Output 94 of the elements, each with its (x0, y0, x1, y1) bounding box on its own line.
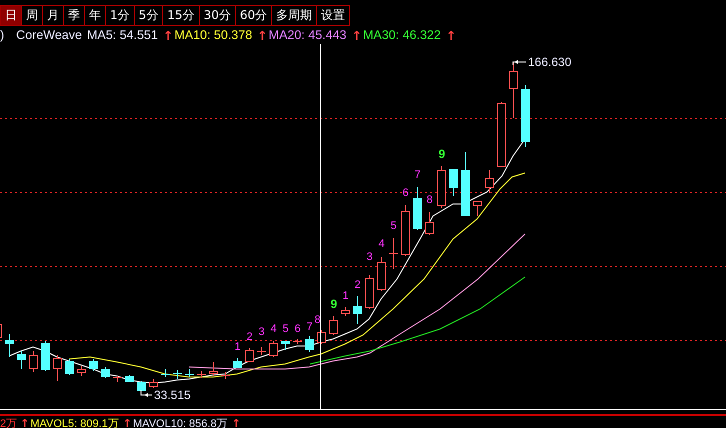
candlestick (425, 212, 434, 236)
candlestick (209, 362, 218, 376)
count-label: 7 (414, 169, 421, 181)
candlestick (365, 274, 374, 310)
candlestick (196, 370, 206, 378)
moving-average-value: MA20: 45.443 (268, 28, 346, 42)
moving-average-value: MA30: 46.322 (362, 28, 441, 42)
candlestick (233, 358, 242, 368)
volume-average-value: MAVOL10: 856.8万 (133, 416, 228, 428)
candlestick (329, 316, 338, 336)
count-label: 3 (366, 251, 373, 263)
candlestick (125, 374, 134, 382)
trend-arrow: ↑ (232, 416, 241, 428)
candlestick (53, 354, 62, 382)
candlestick (317, 330, 326, 344)
candlestick (305, 336, 314, 352)
period-tab[interactable]: 30分 (200, 5, 236, 26)
price-label: 166.630 (528, 55, 572, 69)
candlestick (5, 334, 14, 358)
trend-arrow: ↑ (162, 28, 174, 42)
candlestick (509, 62, 518, 118)
candlestick (0, 324, 2, 338)
candlestick (220, 372, 230, 380)
trend-arrow: ↑ (352, 28, 362, 42)
candlestick (256, 346, 266, 356)
price-label: 33.515 (154, 388, 191, 402)
candlestick (245, 348, 254, 362)
volume-average-value: MAVOL5: 809.1万 (30, 416, 119, 428)
candlestick (377, 256, 386, 292)
candlestick (473, 200, 482, 216)
count-label: 5 (282, 323, 289, 335)
candlestick (29, 350, 38, 372)
count-label: 5 (390, 220, 397, 232)
candlestick (137, 380, 146, 392)
trend-arrow: ↑ (446, 28, 456, 42)
count-label: 1 (342, 290, 349, 302)
candlestick (65, 358, 74, 376)
candlestick (485, 170, 494, 194)
period-tab[interactable]: 日 (0, 5, 22, 26)
candlestick (160, 368, 170, 378)
candlestick (89, 358, 98, 372)
candlestick (172, 370, 182, 380)
stock-name: CoreWeave (16, 28, 82, 42)
candlestick (521, 84, 530, 148)
candlestick (112, 376, 122, 382)
candlestick (292, 338, 302, 344)
count-label: 7 (306, 321, 313, 333)
moving-average-value: MA5: 54.551 (86, 28, 158, 42)
count-label: 6 (294, 323, 301, 335)
candlestick (497, 102, 506, 168)
period-tab[interactable]: 设置 (317, 5, 350, 26)
trend-arrow: ↑ (257, 28, 268, 42)
candlestick (17, 350, 26, 370)
period-tab[interactable]: 月 (43, 5, 64, 26)
candlestick (353, 296, 362, 324)
moving-average-value: MA10: 50.378 (174, 28, 252, 42)
period-tab[interactable]: 年 (85, 5, 106, 26)
candlestick (41, 340, 50, 372)
candlestick (341, 306, 350, 316)
candlestick (269, 340, 278, 358)
candlestick (388, 238, 398, 270)
leader-line (140, 390, 152, 397)
leader-line (512, 60, 526, 66)
candlestick (437, 166, 446, 208)
candlestick (449, 168, 458, 196)
count-label: 4 (270, 323, 277, 335)
period-tab[interactable]: 5分 (134, 5, 164, 26)
count-label: 3 (258, 326, 265, 338)
period-tab[interactable]: 15分 (163, 5, 200, 26)
candlestick (401, 204, 410, 256)
volume-value: 2万 (0, 416, 18, 428)
count-label: 9 (438, 147, 446, 161)
candlestick (281, 340, 290, 350)
count-label: 9 (330, 297, 338, 311)
period-tab[interactable]: 多周期 (272, 5, 318, 26)
legend-text: ) (0, 28, 4, 42)
count-label: 2 (354, 279, 361, 291)
candlestick (184, 368, 194, 378)
period-tab[interactable]: 1分 (106, 5, 135, 26)
trend-arrow: ↑ (122, 416, 132, 428)
count-label: 6 (402, 187, 409, 199)
candlestick (461, 152, 470, 216)
candlestick (149, 378, 158, 388)
count-label: 4 (378, 238, 385, 250)
candlestick (77, 366, 86, 376)
period-tab[interactable]: 周 (22, 5, 43, 26)
period-tab[interactable]: 60分 (236, 5, 272, 26)
candlestick (101, 366, 110, 378)
count-label: 2 (246, 331, 253, 343)
count-label: 8 (426, 194, 433, 206)
period-tab[interactable]: 季 (64, 5, 85, 26)
candlestick (413, 186, 422, 230)
count-label: 1 (234, 341, 241, 353)
trend-arrow: ↑ (20, 416, 30, 428)
